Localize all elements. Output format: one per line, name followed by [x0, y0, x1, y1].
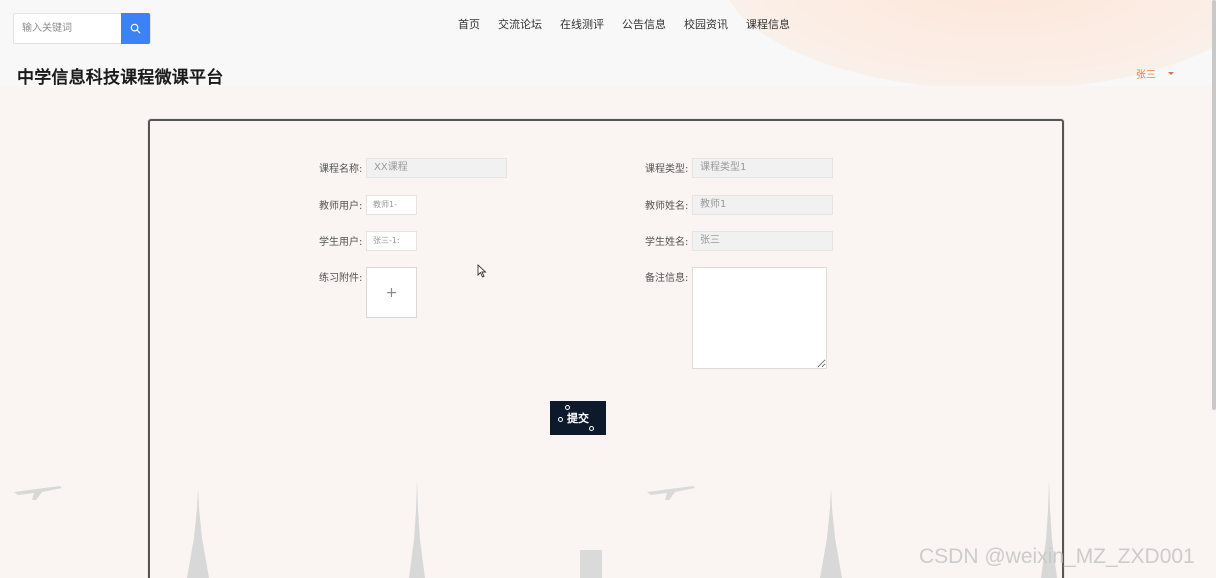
course-type-label: 课程类型: [645, 164, 689, 175]
nav-item-home[interactable]: 首页 [449, 18, 489, 32]
bubble-decoration [565, 405, 570, 410]
teacher-user-label: 教师用户: [319, 201, 363, 212]
main-nav: 首页 交流论坛 在线测评 公告信息 校园资讯 课程信息 [449, 18, 799, 32]
course-name-label: 课程名称: [319, 164, 363, 175]
student-name-field[interactable]: 张三 [692, 231, 833, 251]
top-header: 首页 交流论坛 在线测评 公告信息 校园资讯 课程信息 中学信息科技课程微课平台… [0, 0, 1216, 86]
attachment-label: 练习附件: [319, 273, 363, 284]
chevron-down-icon [1168, 72, 1174, 75]
nav-item-online-test[interactable]: 在线测评 [551, 18, 613, 32]
plus-icon: + [385, 284, 398, 301]
student-name-label: 学生姓名: [645, 237, 689, 248]
site-title: 中学信息科技课程微课平台 [17, 68, 224, 86]
teacher-name-field[interactable]: 教师1 [692, 195, 833, 215]
nav-item-campus-news[interactable]: 校园资讯 [675, 18, 737, 32]
course-type-field[interactable]: 课程类型1 [692, 158, 833, 178]
watermark: CSDN @weixin_MZ_ZXD001 [919, 545, 1195, 568]
bubble-decoration [589, 426, 594, 431]
nav-item-courses[interactable]: 课程信息 [737, 18, 799, 32]
course-name-field[interactable]: XX课程 [366, 158, 507, 178]
page-scrollbar[interactable] [1212, 0, 1216, 410]
user-name: 张三 [1136, 70, 1156, 81]
submit-label: 提交 [567, 412, 589, 425]
nav-item-notices[interactable]: 公告信息 [613, 18, 675, 32]
search-button[interactable] [121, 13, 150, 44]
remarks-textarea[interactable] [692, 267, 827, 369]
student-user-label: 学生用户: [319, 237, 363, 248]
mouse-cursor-icon [477, 264, 487, 278]
nav-item-forum[interactable]: 交流论坛 [489, 18, 551, 32]
submit-button[interactable]: 提交 [550, 401, 606, 435]
user-menu[interactable]: 张三 [1136, 66, 1174, 81]
teacher-name-label: 教师姓名: [645, 201, 689, 212]
course-form-card [148, 119, 1064, 578]
search-bar [13, 13, 151, 44]
teacher-user-select[interactable]: 教师1- [366, 195, 417, 215]
bubble-decoration [558, 417, 563, 422]
remarks-label: 备注信息: [645, 273, 689, 284]
airplane-illustration-left [14, 486, 62, 500]
search-icon [130, 23, 141, 34]
student-user-select[interactable]: 张三-1: [366, 231, 417, 251]
attachment-upload[interactable]: + [366, 267, 417, 318]
search-input[interactable] [14, 14, 121, 43]
